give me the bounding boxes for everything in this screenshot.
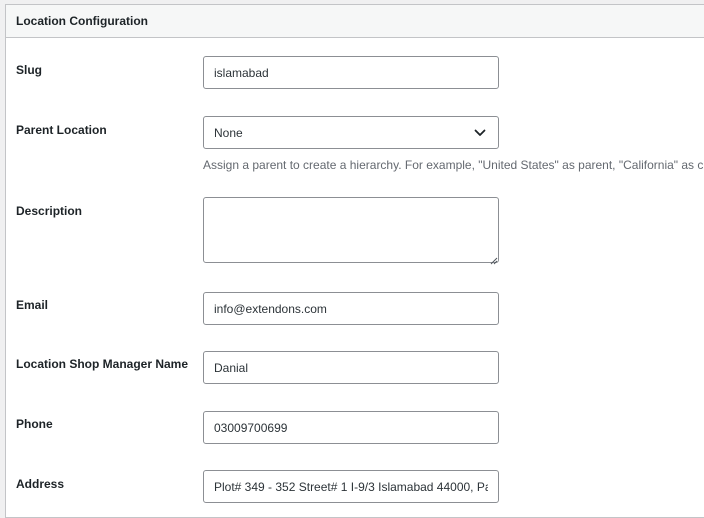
chevron-down-icon xyxy=(472,125,488,141)
manager-name-input[interactable] xyxy=(203,351,499,384)
slug-input[interactable] xyxy=(203,56,499,89)
manager-name-label: Location Shop Manager Name xyxy=(16,357,189,371)
phone-label: Phone xyxy=(16,417,53,431)
description-label: Description xyxy=(16,204,83,218)
phone-input[interactable] xyxy=(203,411,499,444)
description-textarea[interactable] xyxy=(203,197,499,263)
address-input[interactable] xyxy=(203,470,499,503)
parent-location-help-text: Assign a parent to create a hierarchy. F… xyxy=(203,158,704,172)
email-input[interactable] xyxy=(203,292,499,325)
parent-location-label: Parent Location xyxy=(16,123,107,137)
email-label: Email xyxy=(16,298,49,312)
location-configuration-panel: Location Configuration Slug Parent Locat… xyxy=(5,4,704,518)
address-label: Address xyxy=(16,477,65,491)
slug-label: Slug xyxy=(16,63,42,77)
panel-header: Location Configuration xyxy=(6,5,704,38)
resize-handle-icon[interactable] xyxy=(489,252,498,265)
panel-title: Location Configuration xyxy=(16,14,148,28)
parent-location-select[interactable]: None xyxy=(203,116,499,149)
parent-location-selected-value: None xyxy=(214,125,243,140)
